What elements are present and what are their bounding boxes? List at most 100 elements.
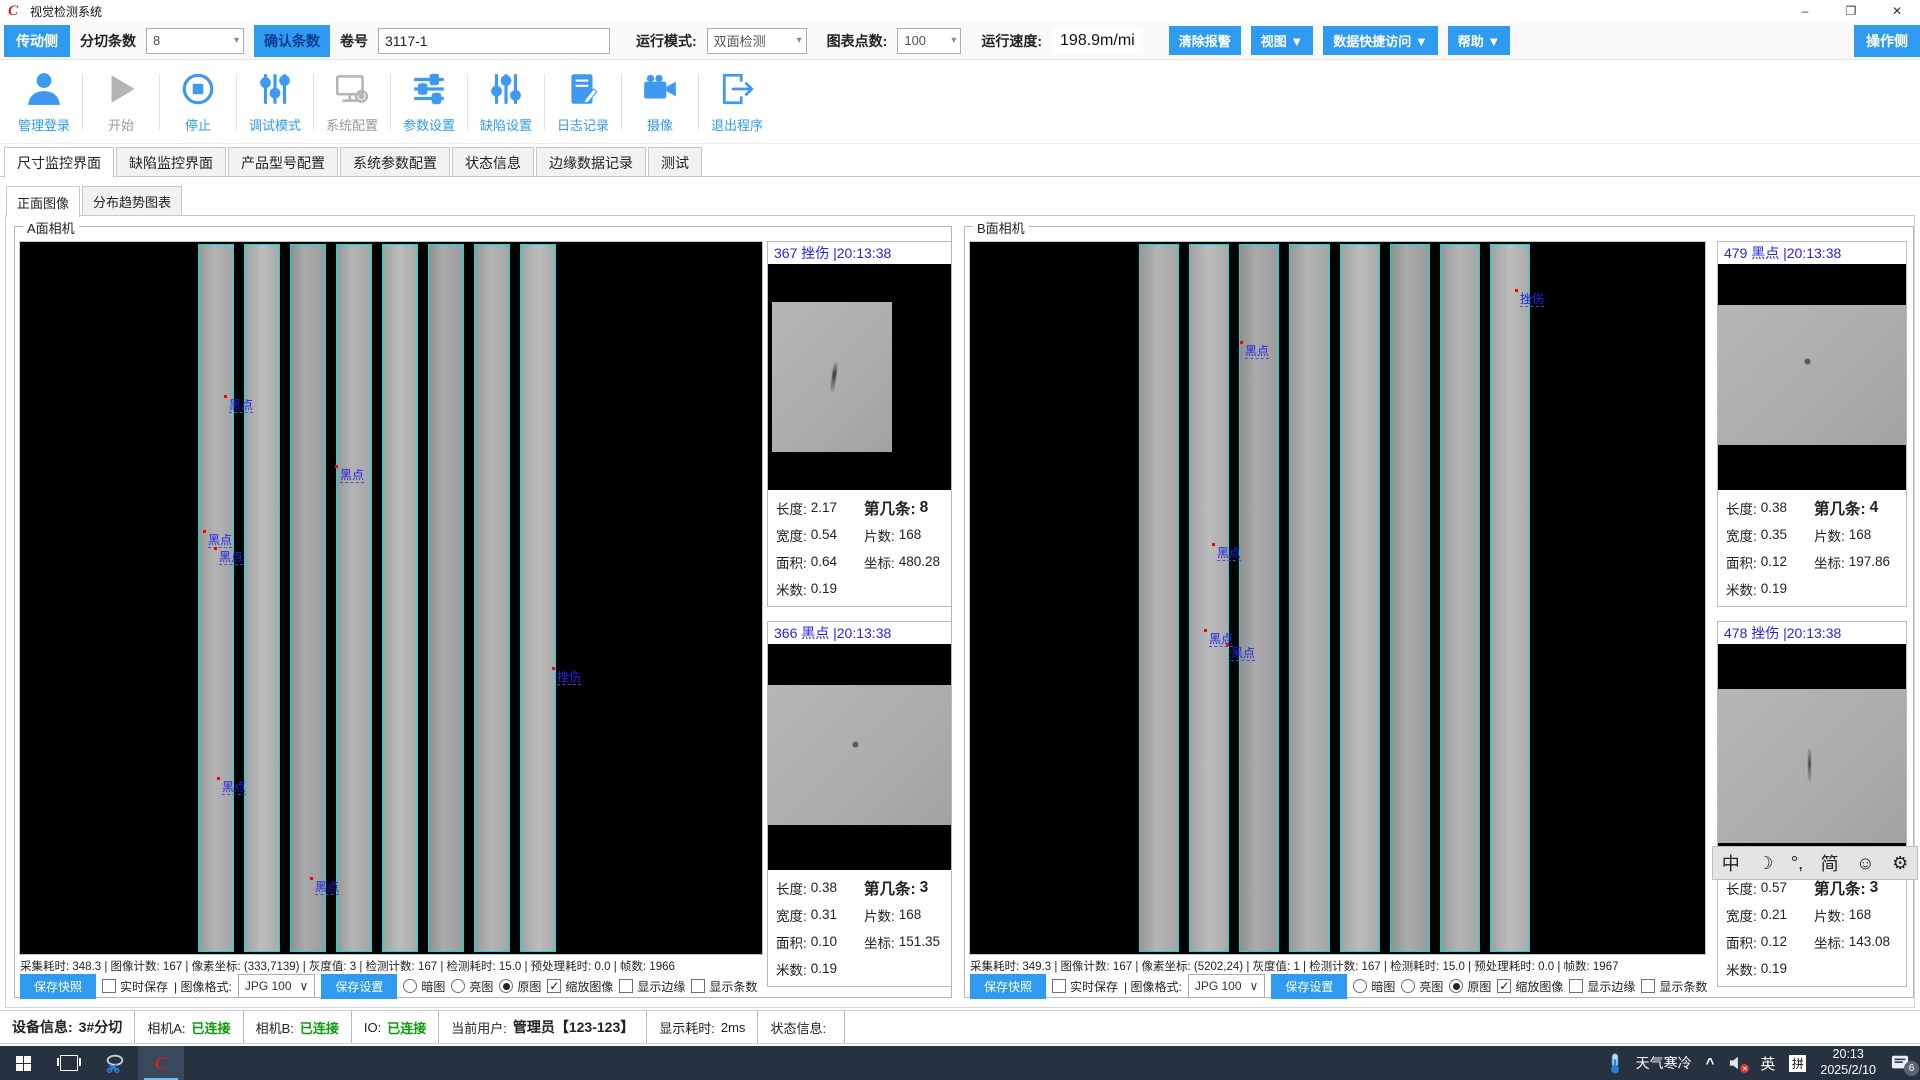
- speed-label: 运行速度:: [981, 31, 1042, 51]
- ime-punctuation-toggle[interactable]: °,: [1791, 853, 1803, 874]
- maximize-button[interactable]: ❐: [1828, 0, 1874, 22]
- realtime-save-checkbox[interactable]: 实时保存: [102, 978, 168, 995]
- confirm-count-button[interactable]: 确认条数: [254, 25, 330, 57]
- chart-points-select[interactable]: 100▾: [897, 28, 961, 54]
- checkbox-显示边缘[interactable]: 显示边缘: [619, 978, 685, 995]
- checkbox-显示条数[interactable]: 显示条数: [691, 978, 757, 995]
- data-quick-access-button[interactable]: 数据快捷访问 ▼: [1323, 26, 1437, 55]
- ime-fullwidth-toggle[interactable]: ☽: [1757, 853, 1773, 874]
- defect-card[interactable]: 479 黑点 |20:13:38长度:0.38第几条:4宽度:0.35片数:16…: [1717, 241, 1907, 607]
- radio-暗图[interactable]: 暗图: [403, 978, 445, 995]
- main-tab-bar: 尺寸监控界面缺陷监控界面产品型号配置系统参数配置状态信息边缘数据记录测试: [0, 147, 704, 177]
- stat-item: 坐标:143.08: [1814, 928, 1904, 955]
- hidden-icons-chevron[interactable]: ^: [1706, 1055, 1715, 1072]
- subtab-2[interactable]: 分布趋势图表: [82, 186, 182, 216]
- roll-number-input[interactable]: 3117-1: [378, 28, 610, 54]
- ime-lang-indicator[interactable]: 中: [1722, 850, 1740, 876]
- view-menu-button[interactable]: 视图 ▼: [1251, 26, 1313, 55]
- realtime-save-checkbox[interactable]: 实时保存: [1052, 978, 1118, 995]
- taskbar-clock[interactable]: 20:13 2025/2/10: [1820, 1047, 1876, 1078]
- checkbox-icon: ✓: [547, 979, 561, 993]
- defect-marker-label: 黑点: [208, 533, 232, 548]
- minimize-button[interactable]: –: [1782, 0, 1828, 22]
- defect-card[interactable]: 366 黑点 |20:13:38长度:0.38第几条:3宽度:0.31片数:16…: [767, 621, 952, 987]
- material-strip: [1289, 244, 1329, 952]
- toolbar-debug-mode[interactable]: 调试模式: [239, 70, 311, 134]
- chevron-down-icon: ▾: [797, 35, 802, 46]
- defect-card[interactable]: 478 挫伤 |20:13:38长度:0.57第几条:3宽度:0.21片数:16…: [1717, 621, 1907, 987]
- tab-6[interactable]: 边缘数据记录: [536, 147, 646, 177]
- subtab-1[interactable]: 正面图像: [6, 186, 80, 217]
- checkbox-缩放图像[interactable]: ✓缩放图像: [547, 978, 613, 995]
- icon-toolbar: 管理登录开始停止调试模式系统配置参数设置缺陷设置日志记录摄像退出程序: [0, 60, 1920, 144]
- clear-alarm-button[interactable]: 清除报警: [1169, 26, 1241, 55]
- radio-亮图[interactable]: 亮图: [451, 978, 493, 995]
- ime-simplified-toggle[interactable]: 简: [1821, 850, 1839, 876]
- tab-3[interactable]: 产品型号配置: [228, 147, 338, 177]
- acquisition-stats-line: 采集耗时: 348.3 | 图像计数: 167 | 像素坐标: (333,713…: [20, 958, 675, 974]
- stat-label: 长度:: [776, 498, 807, 518]
- ime-settings-button[interactable]: ⚙: [1892, 853, 1908, 874]
- taskbar-app-vision-system[interactable]: Ϲ: [138, 1046, 184, 1080]
- defect-thumbnail: [768, 264, 951, 490]
- weather-text[interactable]: 天气寒冷: [1636, 1053, 1692, 1073]
- tab-5[interactable]: 状态信息: [452, 147, 534, 177]
- volume-muted-icon[interactable]: ✕: [1728, 1055, 1746, 1071]
- stat-item: 坐标:151.35: [864, 928, 949, 955]
- help-menu-button[interactable]: 帮助 ▼: [1448, 26, 1510, 55]
- toolbar-param-settings[interactable]: 参数设置: [393, 70, 465, 134]
- operator-side-button[interactable]: 操作侧: [1854, 25, 1920, 57]
- toolbar-system-config[interactable]: 系统配置: [316, 70, 388, 134]
- defect-card[interactable]: 367 挫伤 |20:13:38长度:2.17第几条:8宽度:0.54片数:16…: [767, 241, 952, 607]
- ime-emoji-button[interactable]: ☺: [1856, 853, 1874, 874]
- image-format-label: | 图像格式:: [1124, 978, 1182, 995]
- defect-stats: 长度:2.17第几条:8宽度:0.54片数:168面积:0.64坐标:480.2…: [768, 490, 951, 606]
- toolbar-exit-program[interactable]: 退出程序: [701, 70, 773, 134]
- toolbar-stop[interactable]: 停止: [162, 70, 234, 134]
- run-mode-select[interactable]: 双面检测▾: [707, 28, 807, 54]
- task-view-button[interactable]: [46, 1046, 92, 1080]
- start-button[interactable]: [0, 1046, 46, 1080]
- defect-marker-label: 挫伤: [1520, 292, 1544, 307]
- toolbar-admin-login-label: 管理登录: [18, 115, 70, 134]
- save-snapshot-button[interactable]: 保存快照: [970, 974, 1046, 999]
- radio-亮图[interactable]: 亮图: [1401, 978, 1443, 995]
- defect-stats: 长度:0.57第几条:3宽度:0.21片数:168面积:0.12坐标:143.0…: [1718, 870, 1906, 986]
- toolbar-start[interactable]: 开始: [85, 70, 157, 134]
- status-label: 设备信息:: [12, 1017, 73, 1037]
- stat-value: 168: [1849, 907, 1872, 922]
- image-format-select[interactable]: JPG 100∨: [238, 974, 316, 998]
- drive-side-button[interactable]: 传动侧: [4, 25, 70, 57]
- checkbox-显示边缘[interactable]: 显示边缘: [1569, 978, 1635, 995]
- image-format-select[interactable]: JPG 100∨: [1188, 974, 1266, 998]
- stat-item: 坐标:197.86: [1814, 548, 1904, 575]
- save-settings-button[interactable]: 保存设置: [1271, 974, 1347, 999]
- language-indicator[interactable]: 英: [1760, 1053, 1775, 1074]
- toolbar-defect-settings[interactable]: 缺陷设置: [470, 70, 542, 134]
- slit-count-select[interactable]: 8▾: [146, 28, 244, 54]
- checkbox-缩放图像[interactable]: ✓缩放图像: [1497, 978, 1563, 995]
- pinyin-ime-indicator[interactable]: 拼: [1789, 1055, 1806, 1072]
- defect-mark: [1808, 748, 1811, 782]
- material-strip: [1139, 244, 1179, 952]
- status-value: 管理员【123-123】: [513, 1017, 634, 1037]
- snipping-tool-button[interactable]: [92, 1046, 138, 1080]
- close-button[interactable]: ✕: [1874, 0, 1920, 22]
- tab-1[interactable]: 尺寸监控界面: [4, 147, 114, 178]
- save-settings-button[interactable]: 保存设置: [321, 974, 397, 999]
- notification-center-button[interactable]: 6: [1890, 1054, 1912, 1072]
- radio-原图[interactable]: 原图: [499, 978, 541, 995]
- radio-暗图[interactable]: 暗图: [1353, 978, 1395, 995]
- radio-原图[interactable]: 原图: [1449, 978, 1491, 995]
- toolbar-capture[interactable]: 摄像: [624, 70, 696, 134]
- tab-7[interactable]: 测试: [648, 147, 702, 177]
- radio-icon: [451, 979, 465, 993]
- checkbox-显示条数[interactable]: 显示条数: [1641, 978, 1707, 995]
- status-segment-display-time: 显示耗时:2ms: [647, 1011, 758, 1043]
- tab-4[interactable]: 系统参数配置: [340, 147, 450, 177]
- tab-2[interactable]: 缺陷监控界面: [116, 147, 226, 177]
- toolbar-log-record[interactable]: 日志记录: [547, 70, 619, 134]
- save-snapshot-button[interactable]: 保存快照: [20, 974, 96, 999]
- toolbar-admin-login[interactable]: 管理登录: [8, 70, 80, 134]
- stat-label: 第几条:: [864, 877, 916, 899]
